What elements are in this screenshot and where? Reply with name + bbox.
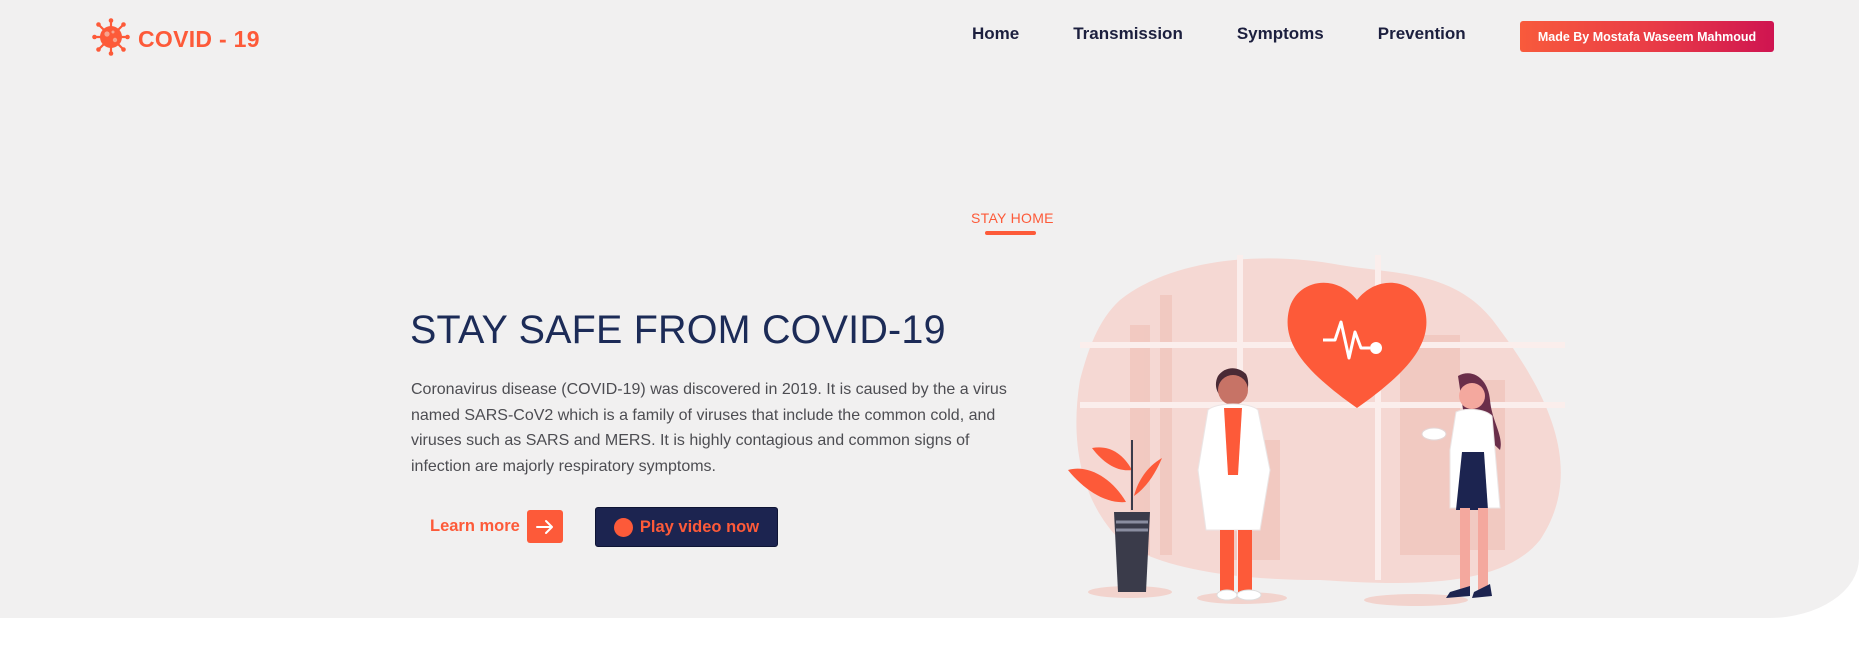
- hero-title: STAY SAFE FROM COVID-19: [410, 308, 946, 352]
- virus-icon: [92, 18, 130, 61]
- nav-home[interactable]: Home: [972, 24, 1019, 44]
- nav-transmission[interactable]: Transmission: [1073, 24, 1183, 44]
- arrow-right-icon: [526, 510, 563, 543]
- doctors-illustration: [1068, 255, 1565, 606]
- learn-more-link[interactable]: Learn more: [430, 510, 563, 543]
- play-video-label: Play video now: [639, 517, 760, 536]
- logo[interactable]: COVID - 19: [92, 18, 260, 61]
- learn-more-label: Learn more: [430, 517, 520, 535]
- kicker-underline: [985, 231, 1036, 235]
- hero-kicker: STAY HOME: [971, 210, 1054, 226]
- play-video-button[interactable]: Play video now: [595, 507, 778, 547]
- nav-symptoms[interactable]: Symptoms: [1237, 24, 1324, 44]
- logo-title: COVID - 19: [138, 26, 260, 52]
- made-by-button[interactable]: Made By Mostafa Waseem Mahmoud: [1520, 21, 1774, 52]
- hero-description: Coronavirus disease (COVID-19) was disco…: [411, 381, 1007, 475]
- play-dot-icon: [613, 517, 633, 537]
- main-nav: Home Transmission Symptoms Prevention: [972, 24, 1520, 44]
- nav-prevention[interactable]: Prevention: [1378, 24, 1466, 44]
